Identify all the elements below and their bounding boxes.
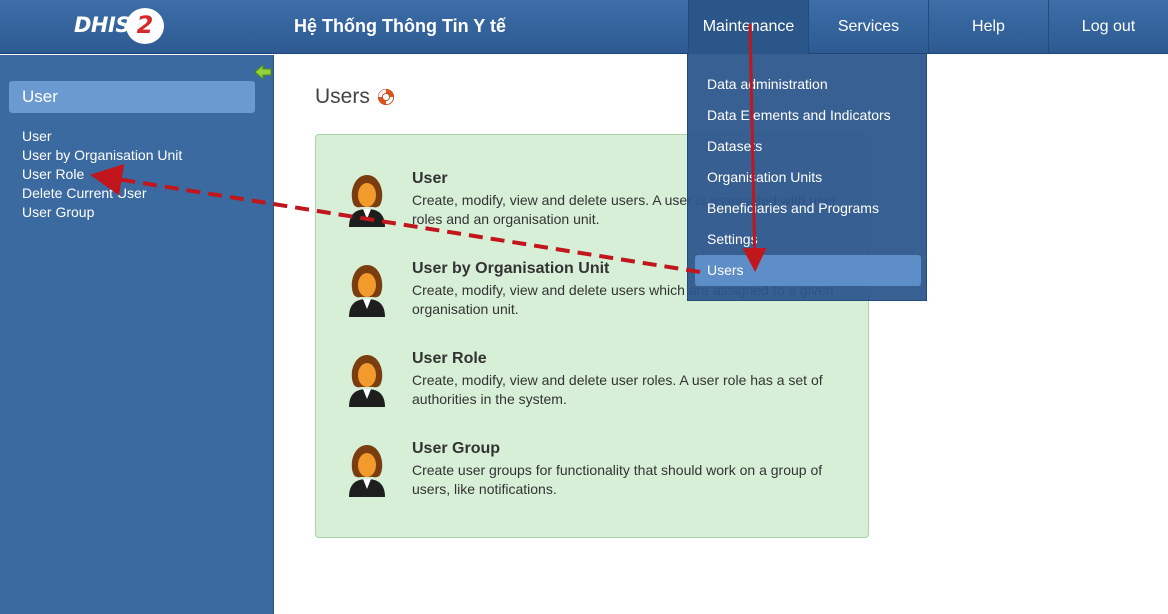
item-title: User Group — [412, 440, 501, 457]
dropdown-item-users[interactable]: Users — [695, 255, 921, 286]
item-title: User by Organisation Unit — [412, 260, 610, 277]
sidebar-item-user-group[interactable]: User Group — [22, 203, 182, 222]
list-item-user-role[interactable]: User Role Create, modify, view and delet… — [316, 315, 870, 407]
logo-text: DHIS — [74, 13, 130, 37]
dropdown-item-beneficiaries[interactable]: Beneficiaries and Programs — [695, 193, 921, 224]
dropdown-item-datasets[interactable]: Datasets — [695, 131, 921, 162]
sidebar-links: User User by Organisation Unit User Role… — [22, 127, 182, 222]
top-menu: Maintenance Services Help Log out — [688, 0, 1168, 54]
user-avatar-icon — [349, 445, 385, 497]
dropdown-item-data-administration[interactable]: Data administration — [695, 69, 921, 100]
help-lifebuoy-icon[interactable] — [377, 88, 395, 106]
sidebar-item-user-by-org-unit[interactable]: User by Organisation Unit — [22, 146, 182, 165]
logo-badge: 2 — [126, 8, 164, 44]
page-title-wrap: Users — [315, 85, 395, 109]
user-avatar-icon — [349, 265, 385, 317]
collapse-sidebar-icon[interactable] — [253, 62, 273, 82]
top-bar: DHIS 2 Hệ Thống Thông Tin Y tế Maintenan… — [0, 0, 1168, 54]
user-avatar-icon — [349, 175, 385, 227]
list-item-user-group[interactable]: User Group Create user groups for functi… — [316, 405, 870, 497]
sidebar-item-delete-current-user[interactable]: Delete Current User — [22, 184, 182, 203]
menu-services[interactable]: Services — [808, 0, 928, 54]
sidebar-item-user-role[interactable]: User Role — [22, 165, 182, 184]
maintenance-dropdown: Data administration Data Elements and In… — [687, 54, 927, 301]
sidebar: User User User by Organisation Unit User… — [0, 55, 274, 614]
sidebar-item-user[interactable]: User — [22, 127, 182, 146]
dropdown-item-data-elements[interactable]: Data Elements and Indicators — [695, 100, 921, 131]
page-title: Users — [315, 85, 370, 108]
item-title: User Role — [412, 350, 487, 367]
menu-maintenance[interactable]: Maintenance — [688, 0, 808, 54]
menu-help[interactable]: Help — [928, 0, 1048, 54]
dropdown-item-settings[interactable]: Settings — [695, 224, 921, 255]
menu-log-out[interactable]: Log out — [1048, 0, 1168, 54]
app-title: Hệ Thống Thông Tin Y tế — [294, 16, 506, 36]
item-description: Create user groups for functionality tha… — [412, 462, 823, 497]
item-title: User — [412, 170, 448, 187]
item-description: Create, modify, view and delete user rol… — [412, 372, 823, 407]
user-avatar-icon — [349, 355, 385, 407]
sidebar-heading: User — [9, 81, 255, 113]
dropdown-item-organisation-units[interactable]: Organisation Units — [695, 162, 921, 193]
dhis2-logo[interactable]: DHIS 2 — [74, 8, 166, 46]
